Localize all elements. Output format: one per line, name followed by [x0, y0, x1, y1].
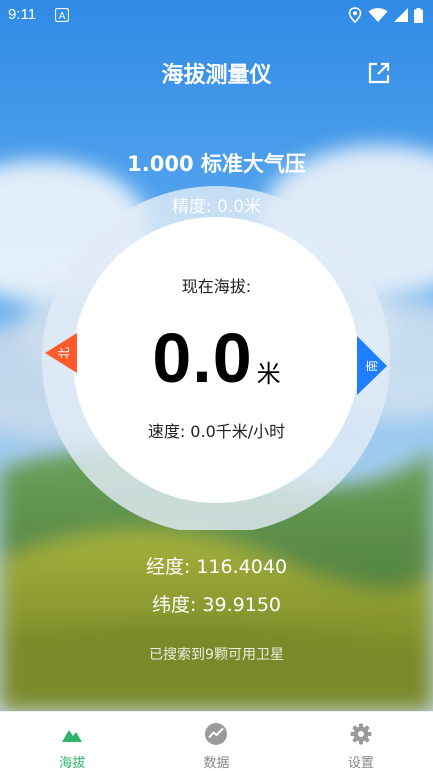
- location-icon: [348, 7, 362, 23]
- notification-a-icon: A: [55, 8, 69, 22]
- longitude-text: 经度: 116.4040: [145, 556, 288, 578]
- chart-icon: [205, 723, 228, 745]
- altitude-value: 0.0: [152, 319, 253, 397]
- nav-label-altitude: 海拔: [59, 756, 86, 771]
- nav-item-altitude[interactable]: 海拔: [0, 712, 144, 771]
- nav-item-data[interactable]: 数据: [144, 712, 288, 771]
- nav-label-settings: 设置: [347, 756, 374, 771]
- accuracy-text: 精度: 0.0米: [171, 197, 262, 217]
- altitude-unit: 米: [256, 360, 281, 388]
- battery-icon: [414, 7, 423, 23]
- pressure-reading: 1.000 标准大气压: [127, 152, 306, 176]
- speed-text: 速度: 0.0千米/小时: [147, 422, 286, 441]
- nav-label-data: 数据: [203, 756, 230, 771]
- altitude-display: 0.0 米: [0, 318, 433, 398]
- app-bar: 海拔测量仪: [0, 45, 433, 101]
- mountain-icon: [62, 730, 83, 742]
- signal-icon: [394, 8, 408, 22]
- nav-item-settings[interactable]: 设置: [289, 712, 433, 771]
- open-external-icon: [368, 62, 390, 84]
- status-icons: [348, 7, 423, 23]
- a-icon-letter: A: [59, 11, 66, 22]
- satellite-status: 已搜索到9颗可用卫星: [149, 647, 284, 663]
- bottom-navigation: 海拔 数据 设置: [0, 711, 433, 771]
- status-bar: 9:11 A: [0, 0, 433, 32]
- wifi-icon: [368, 7, 388, 22]
- current-altitude-label: 现在海拔:: [181, 277, 252, 296]
- gear-icon: [350, 723, 372, 745]
- latitude-text: 纬度: 39.9150: [151, 594, 281, 616]
- share-button[interactable]: [364, 58, 394, 88]
- status-time: 9:11: [8, 6, 37, 23]
